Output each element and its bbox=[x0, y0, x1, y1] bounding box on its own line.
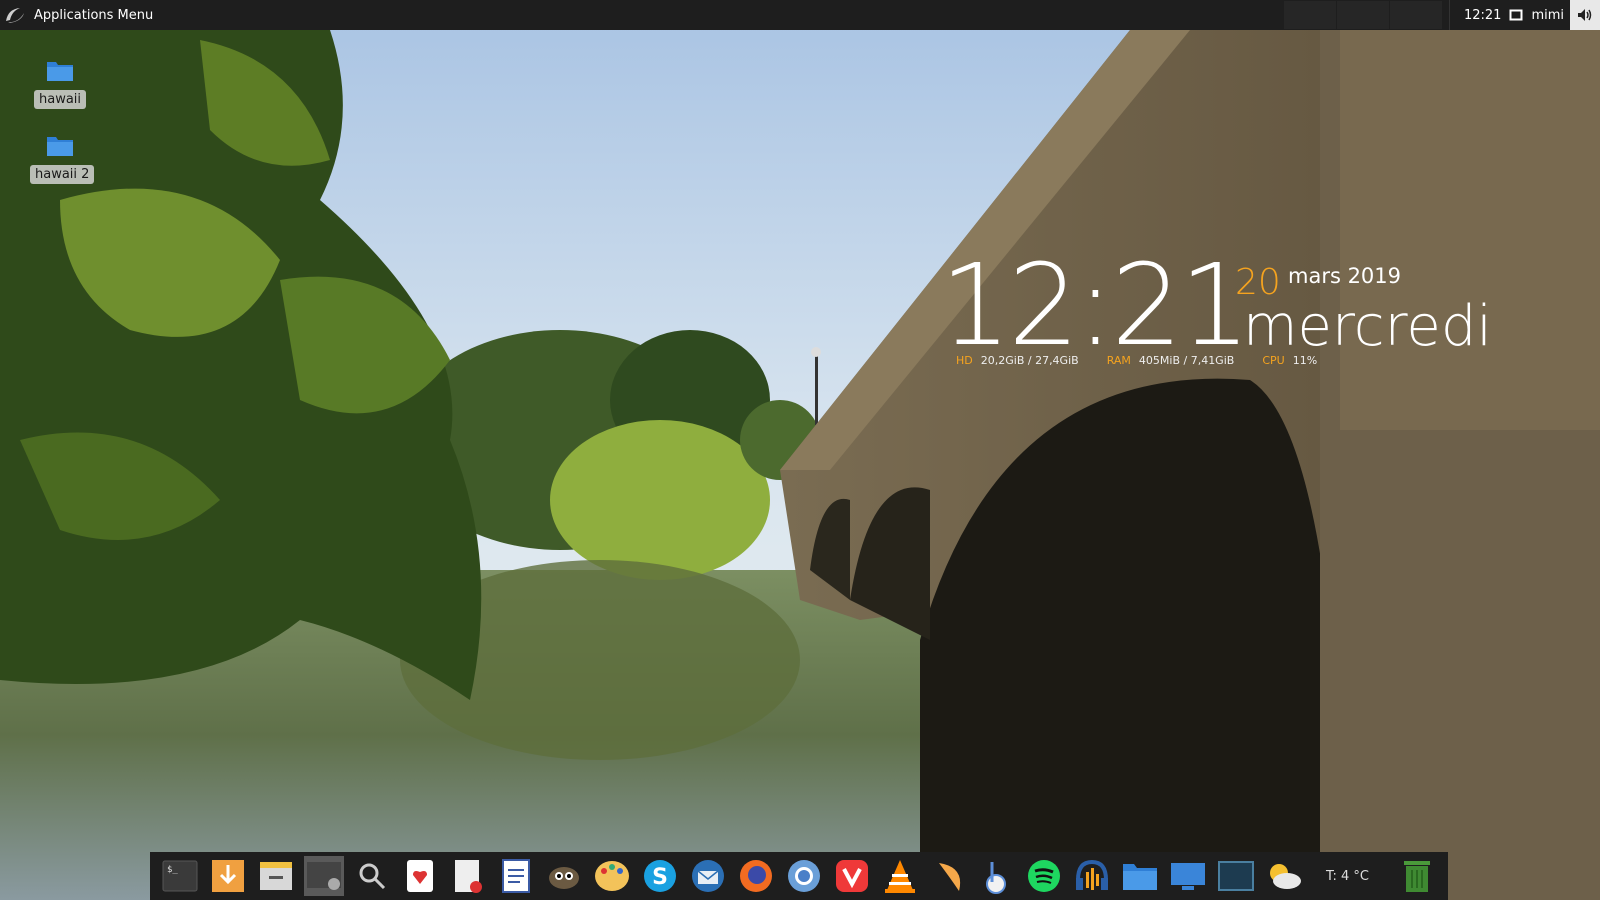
spotify-icon bbox=[1028, 860, 1060, 892]
folder-icon bbox=[47, 137, 73, 156]
applications-menu-button[interactable]: Applications Menu bbox=[0, 0, 161, 30]
dock-screenshot[interactable] bbox=[304, 856, 344, 896]
top-panel: Applications Menu 12:21 mimi bbox=[0, 0, 1600, 30]
folder-icon bbox=[47, 62, 73, 81]
applications-menu-label: Applications Menu bbox=[34, 7, 154, 23]
ram-label: RAM bbox=[1106, 354, 1131, 367]
conky-time: 12:21 bbox=[940, 241, 1251, 371]
dock-weather[interactable] bbox=[1264, 856, 1304, 896]
palette-icon bbox=[595, 861, 629, 891]
workspace-1[interactable] bbox=[1283, 1, 1336, 29]
desktop-folder-hawaii-2[interactable]: hawaii 2 bbox=[30, 133, 95, 184]
desktop-folder-hawaii[interactable]: hawaii bbox=[30, 58, 90, 109]
dock-skype[interactable]: S bbox=[640, 856, 680, 896]
chromium-icon bbox=[788, 860, 820, 892]
workspace-3[interactable] bbox=[1389, 1, 1442, 29]
dock-chromium[interactable] bbox=[784, 856, 824, 896]
conky-weekday: mercredi bbox=[1243, 294, 1492, 359]
dock-vlc[interactable] bbox=[880, 856, 920, 896]
conky-system-stats: HD 20,2GiB / 27,4GiB RAM 405MiB / 7,41GiB CP… bbox=[956, 354, 1345, 367]
terminal-icon: $_ bbox=[162, 860, 198, 892]
volume-icon bbox=[1578, 9, 1592, 21]
dock-vivaldi[interactable] bbox=[832, 856, 872, 896]
firefox-icon bbox=[740, 860, 772, 892]
dock-music-player[interactable] bbox=[976, 856, 1016, 896]
cpu-value: 11% bbox=[1292, 354, 1318, 367]
dock-firefox[interactable] bbox=[736, 856, 776, 896]
dock-document-writer[interactable] bbox=[496, 856, 536, 896]
conky-month-year: mars 2019 bbox=[1288, 264, 1402, 288]
desktop-wallpaper bbox=[0, 0, 1600, 900]
hd-value: 20,2GiB / 27,4GiB bbox=[980, 354, 1079, 367]
music-note-icon bbox=[986, 862, 1006, 894]
dock-terminal[interactable]: $_ bbox=[160, 856, 200, 896]
dock-thunderbird[interactable] bbox=[688, 856, 728, 896]
text-editor-icon bbox=[455, 860, 482, 893]
ram-value: 405MiB / 7,41GiB bbox=[1138, 354, 1235, 367]
vivaldi-icon bbox=[836, 860, 868, 892]
cpu-label: CPU bbox=[1262, 354, 1285, 367]
download-icon bbox=[212, 860, 244, 892]
dock-gimp[interactable] bbox=[544, 856, 584, 896]
dock-text-editor[interactable] bbox=[448, 856, 488, 896]
night-light-icon bbox=[939, 863, 961, 891]
dock-audio-editor[interactable] bbox=[1072, 856, 1112, 896]
thunderbird-icon bbox=[692, 860, 724, 892]
window-icon bbox=[1218, 861, 1254, 891]
weather-temperature[interactable]: T: 4 °C bbox=[1326, 869, 1369, 884]
system-tray: 12:21 mimi bbox=[1443, 0, 1600, 30]
dock-show-desktop[interactable] bbox=[1168, 856, 1208, 896]
conky-clock-widget: 12:21 20 mars 2019 mercredi HD 20,2GiB / … bbox=[940, 241, 1492, 380]
hd-label: HD bbox=[956, 354, 973, 367]
dock-spotify[interactable] bbox=[1024, 856, 1064, 896]
solitaire-icon bbox=[407, 860, 433, 892]
dock-trash[interactable] bbox=[1397, 856, 1437, 896]
svg-text:$_: $_ bbox=[167, 865, 178, 875]
screen-icon[interactable] bbox=[1509, 9, 1523, 21]
dock-download[interactable] bbox=[208, 856, 248, 896]
desktop-icon-label: hawaii bbox=[33, 90, 87, 109]
weather-icon bbox=[1270, 864, 1301, 889]
dock-search[interactable] bbox=[352, 856, 392, 896]
dock-solitaire[interactable] bbox=[400, 856, 440, 896]
svg-text:S: S bbox=[652, 865, 668, 890]
dock-file-manager[interactable] bbox=[256, 856, 296, 896]
audio-editor-icon bbox=[1076, 859, 1108, 890]
dock-folder[interactable] bbox=[1120, 856, 1160, 896]
document-writer-icon bbox=[502, 859, 530, 893]
search-icon bbox=[359, 863, 386, 890]
screenshot-icon bbox=[307, 862, 341, 890]
panel-clock[interactable]: 12:21 bbox=[1456, 8, 1509, 23]
file-manager-icon bbox=[260, 862, 292, 890]
desktop-icon bbox=[1171, 863, 1205, 890]
distro-logo-icon bbox=[6, 8, 24, 23]
vlc-icon bbox=[885, 860, 915, 893]
volume-button[interactable] bbox=[1570, 0, 1600, 30]
dock: $_ S T: 4 °C bbox=[150, 852, 1448, 900]
skype-icon: S bbox=[644, 860, 676, 892]
dock-window[interactable] bbox=[1216, 856, 1256, 896]
workspace-2[interactable] bbox=[1336, 1, 1389, 29]
desktop-icon-label: hawaii 2 bbox=[30, 165, 95, 184]
folder-icon bbox=[1123, 864, 1157, 890]
gimp-icon bbox=[549, 867, 579, 889]
user-menu[interactable]: mimi bbox=[1523, 8, 1570, 23]
dock-palette[interactable] bbox=[592, 856, 632, 896]
dock-night-light[interactable] bbox=[928, 856, 968, 896]
trash-icon bbox=[1404, 861, 1431, 892]
